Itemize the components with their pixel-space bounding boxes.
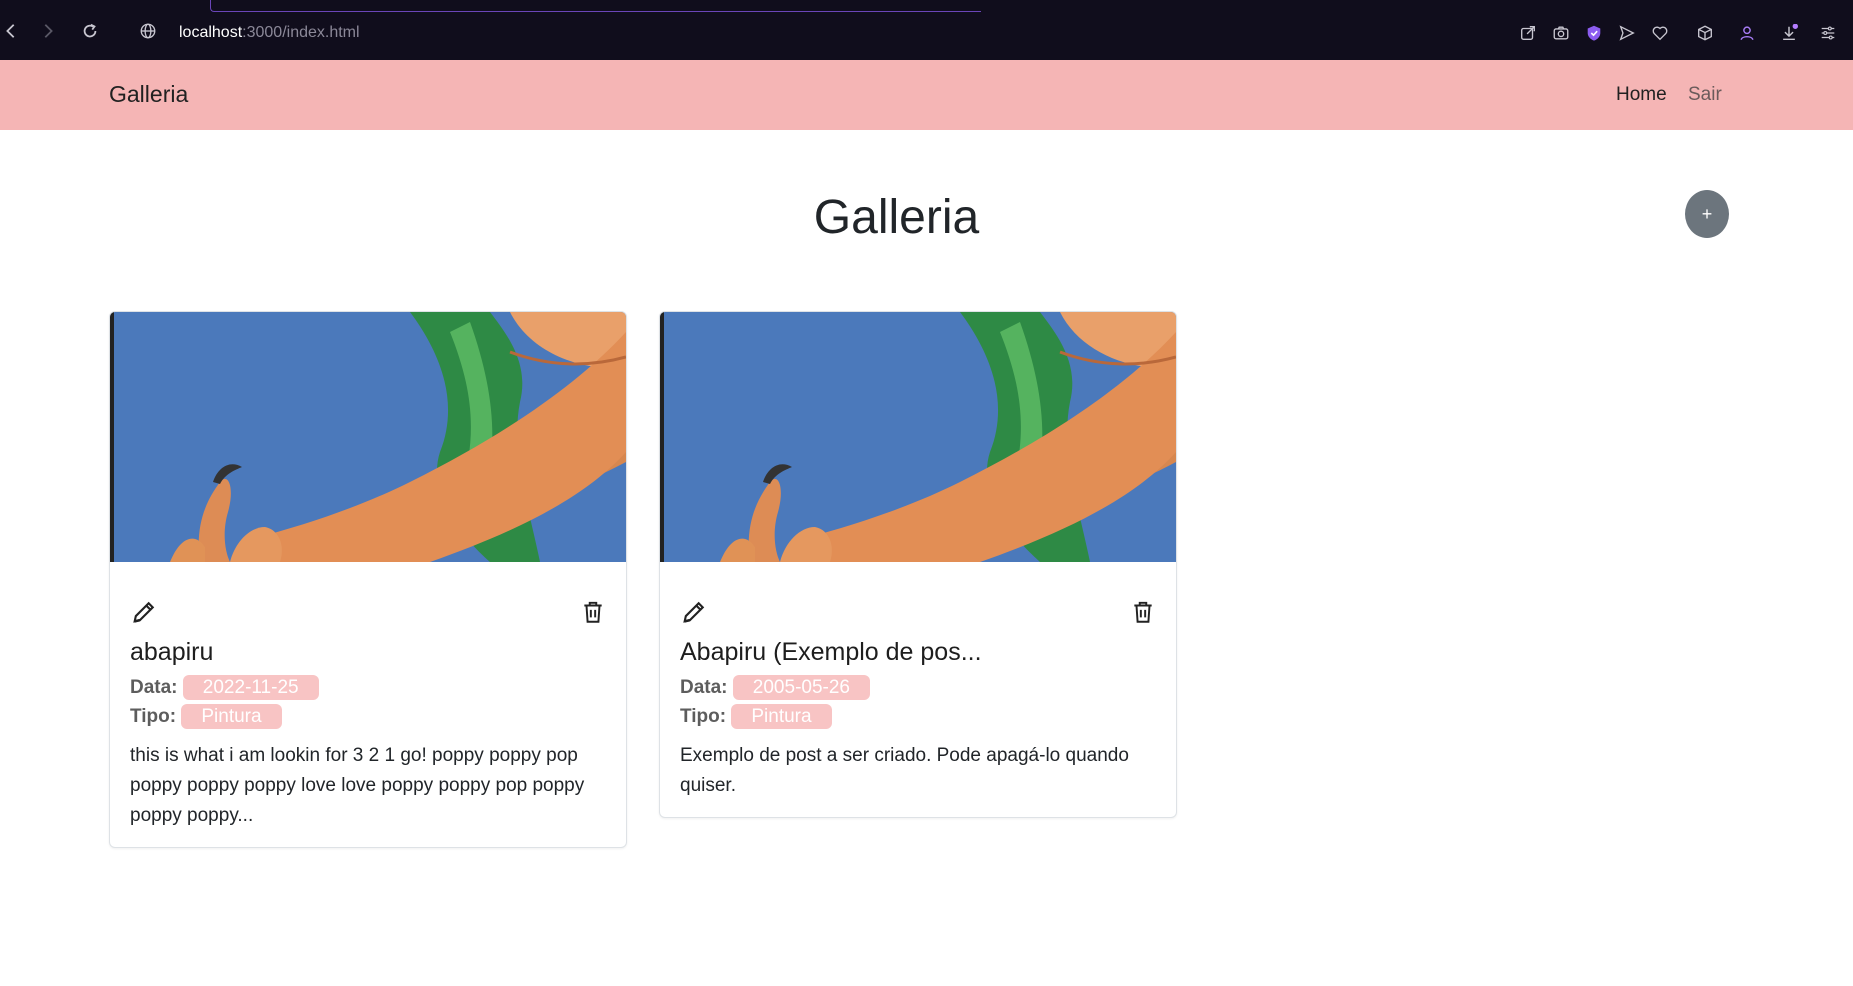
page-title: Galleria [813, 191, 980, 244]
date-badge: 2022-11-25 [182, 675, 319, 700]
card-body: Abapiru (Exemplo de pos... Data: 2005-05… [660, 598, 1176, 801]
share-icon[interactable] [1518, 23, 1538, 43]
type-badge: Pintura [181, 704, 282, 729]
type-label: Tipo: [680, 706, 727, 727]
browser-toolbar: localhost:3000/index.html [0, 0, 1853, 60]
nav-link-sair[interactable]: Sair [1688, 84, 1722, 106]
heart-icon[interactable] [1650, 23, 1670, 43]
camera-icon[interactable] [1551, 23, 1571, 43]
edit-pencil-icon[interactable] [680, 598, 708, 626]
date-label: Data: [130, 677, 178, 698]
url-path: :3000/index.html [242, 24, 360, 41]
card-date-row: Data: 2005-05-26 [680, 673, 1156, 702]
type-label: Tipo: [130, 706, 177, 727]
download-icon[interactable] [1779, 23, 1799, 43]
url-host: localhost [179, 24, 243, 41]
reload-icon[interactable] [79, 20, 101, 42]
gallery-card: Abapiru (Exemplo de pos... Data: 2005-05… [659, 311, 1177, 818]
site-info-globe-icon[interactable] [137, 20, 159, 42]
card-description: this is what i am lookin for 3 2 1 go! p… [130, 745, 585, 826]
shield-icon[interactable] [1584, 23, 1604, 43]
type-badge: Pintura [731, 704, 832, 729]
add-post-button[interactable]: + [1685, 190, 1729, 238]
card-actions [130, 598, 606, 650]
send-icon[interactable] [1617, 23, 1637, 43]
edit-pencil-icon[interactable] [130, 598, 158, 626]
trash-icon[interactable] [1130, 598, 1156, 626]
menu-sliders-icon[interactable] [1818, 23, 1838, 43]
back-icon[interactable] [0, 20, 22, 42]
card-type-row: Tipo: Pintura [130, 702, 606, 731]
site-navbar: Galleria Home Sair [0, 60, 1853, 130]
trash-icon[interactable] [580, 598, 606, 626]
gallery-card: abapiru Data: 2022-11-25 Tipo: Pintura t… [109, 311, 627, 848]
address-bar[interactable]: localhost:3000/index.html [179, 24, 360, 42]
date-badge: 2005-05-26 [732, 675, 870, 700]
profile-icon[interactable] [1737, 23, 1757, 43]
navbar-brand[interactable]: Galleria [109, 81, 188, 108]
card-image [660, 312, 1176, 562]
cube-icon[interactable] [1695, 23, 1715, 43]
nav-link-home[interactable]: Home [1616, 84, 1667, 106]
card-body: abapiru Data: 2022-11-25 Tipo: Pintura t… [110, 598, 626, 831]
card-image [110, 312, 626, 562]
forward-icon[interactable] [37, 20, 59, 42]
card-type-row: Tipo: Pintura [680, 702, 1156, 731]
date-label: Data: [680, 677, 728, 698]
card-actions [680, 598, 1156, 650]
card-description: Exemplo de post a ser criado. Pode apagá… [680, 745, 1129, 796]
card-date-row: Data: 2022-11-25 [130, 673, 606, 702]
active-tab-edge [210, 0, 981, 12]
